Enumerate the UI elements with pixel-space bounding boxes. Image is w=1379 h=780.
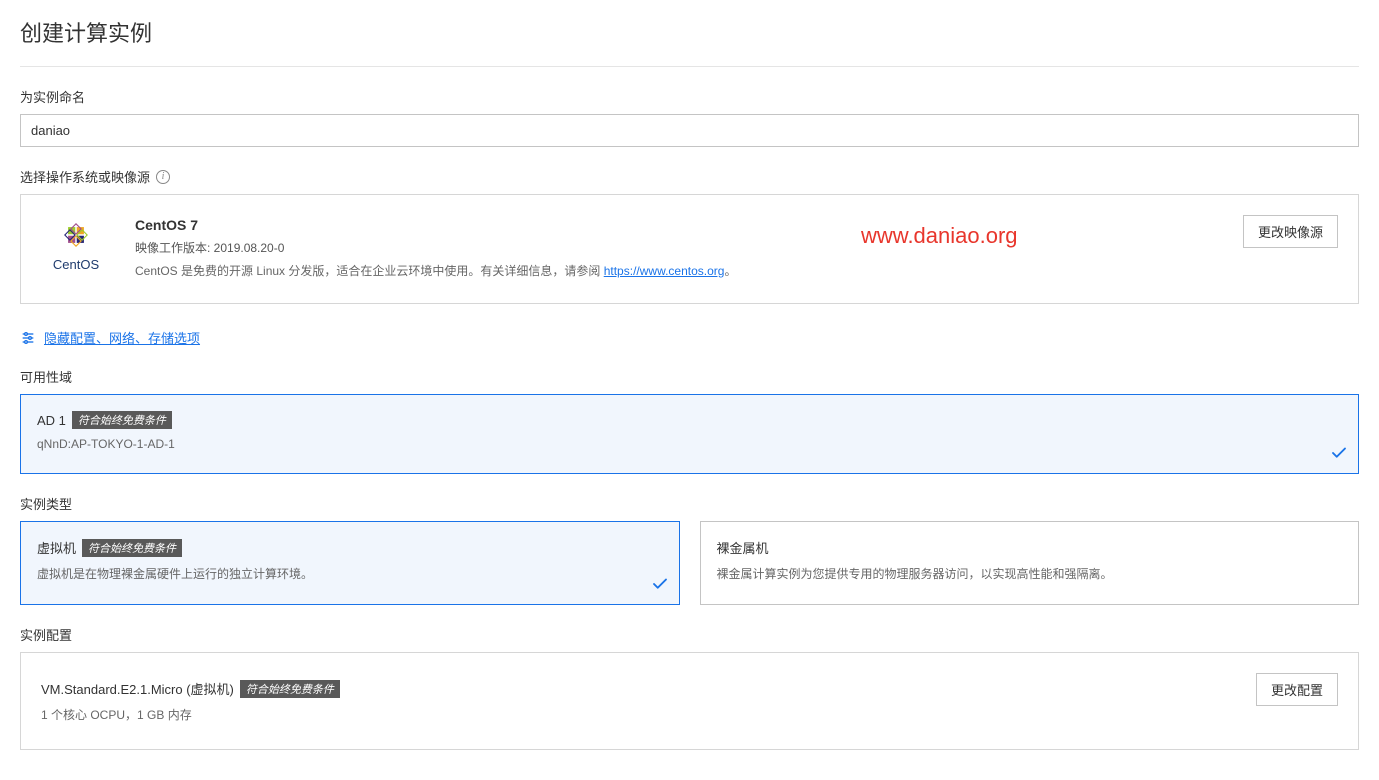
free-badge: 符合始终免费条件: [82, 539, 182, 557]
info-icon[interactable]: i: [156, 170, 170, 184]
vm-type-card[interactable]: 虚拟机 符合始终免费条件 虚拟机是在物理裸金属硬件上运行的独立计算环境。: [20, 521, 680, 605]
os-version: 映像工作版本: 2019.08.20-0: [135, 239, 736, 256]
shape-label: 实例配置: [20, 625, 72, 644]
shape-name: VM.Standard.E2.1.Micro (虚拟机): [41, 679, 234, 698]
shape-panel: VM.Standard.E2.1.Micro (虚拟机) 符合始终免费条件 1 …: [20, 652, 1359, 750]
centos-logo-text: CentOS: [53, 257, 99, 272]
os-source-label: 选择操作系统或映像源: [20, 167, 150, 186]
free-badge: 符合始终免费条件: [240, 680, 340, 698]
type-label: 实例类型: [20, 494, 72, 513]
os-name: CentOS 7: [135, 217, 736, 233]
instance-name-label: 为实例命名: [20, 87, 85, 106]
watermark: www.daniao.org: [861, 223, 1018, 249]
os-desc-suffix: 。: [724, 264, 736, 278]
os-desc-prefix: CentOS 是免费的开源 Linux 分发版，适合在企业云环境中使用。有关详细…: [135, 264, 604, 278]
free-badge: 符合始终免费条件: [72, 411, 172, 429]
check-icon: [1330, 444, 1348, 465]
shape-desc: 1 个核心 OCPU，1 GB 内存: [41, 706, 1338, 723]
bm-title: 裸金属机: [717, 538, 769, 557]
ad-label: 可用性域: [20, 367, 72, 386]
change-shape-button[interactable]: 更改配置: [1256, 673, 1338, 706]
os-link[interactable]: https://www.centos.org: [604, 264, 725, 278]
vm-title: 虚拟机: [37, 538, 76, 557]
ad-sub: qNnD:AP-TOKYO-1-AD-1: [37, 437, 1342, 451]
ad-option-card[interactable]: AD 1 符合始终免费条件 qNnD:AP-TOKYO-1-AD-1: [20, 394, 1359, 474]
change-image-button[interactable]: 更改映像源: [1243, 215, 1338, 248]
bm-type-card[interactable]: 裸金属机 裸金属计算实例为您提供专用的物理服务器访问，以实现高性能和强隔离。: [700, 521, 1360, 605]
os-panel: CentOS CentOS 7 映像工作版本: 2019.08.20-0 Cen…: [20, 194, 1359, 304]
settings-icon: [20, 330, 36, 346]
bm-desc: 裸金属计算实例为您提供专用的物理服务器访问，以实现高性能和强隔离。: [717, 565, 1343, 582]
vm-desc: 虚拟机是在物理裸金属硬件上运行的独立计算环境。: [37, 565, 663, 582]
check-icon: [651, 575, 669, 596]
page-title: 创建计算实例: [20, 0, 1359, 67]
instance-name-input[interactable]: [20, 114, 1359, 147]
ad-title: AD 1: [37, 413, 66, 428]
centos-logo: CentOS: [41, 217, 111, 272]
hide-config-link[interactable]: 隐藏配置、网络、存储选项: [44, 328, 200, 347]
